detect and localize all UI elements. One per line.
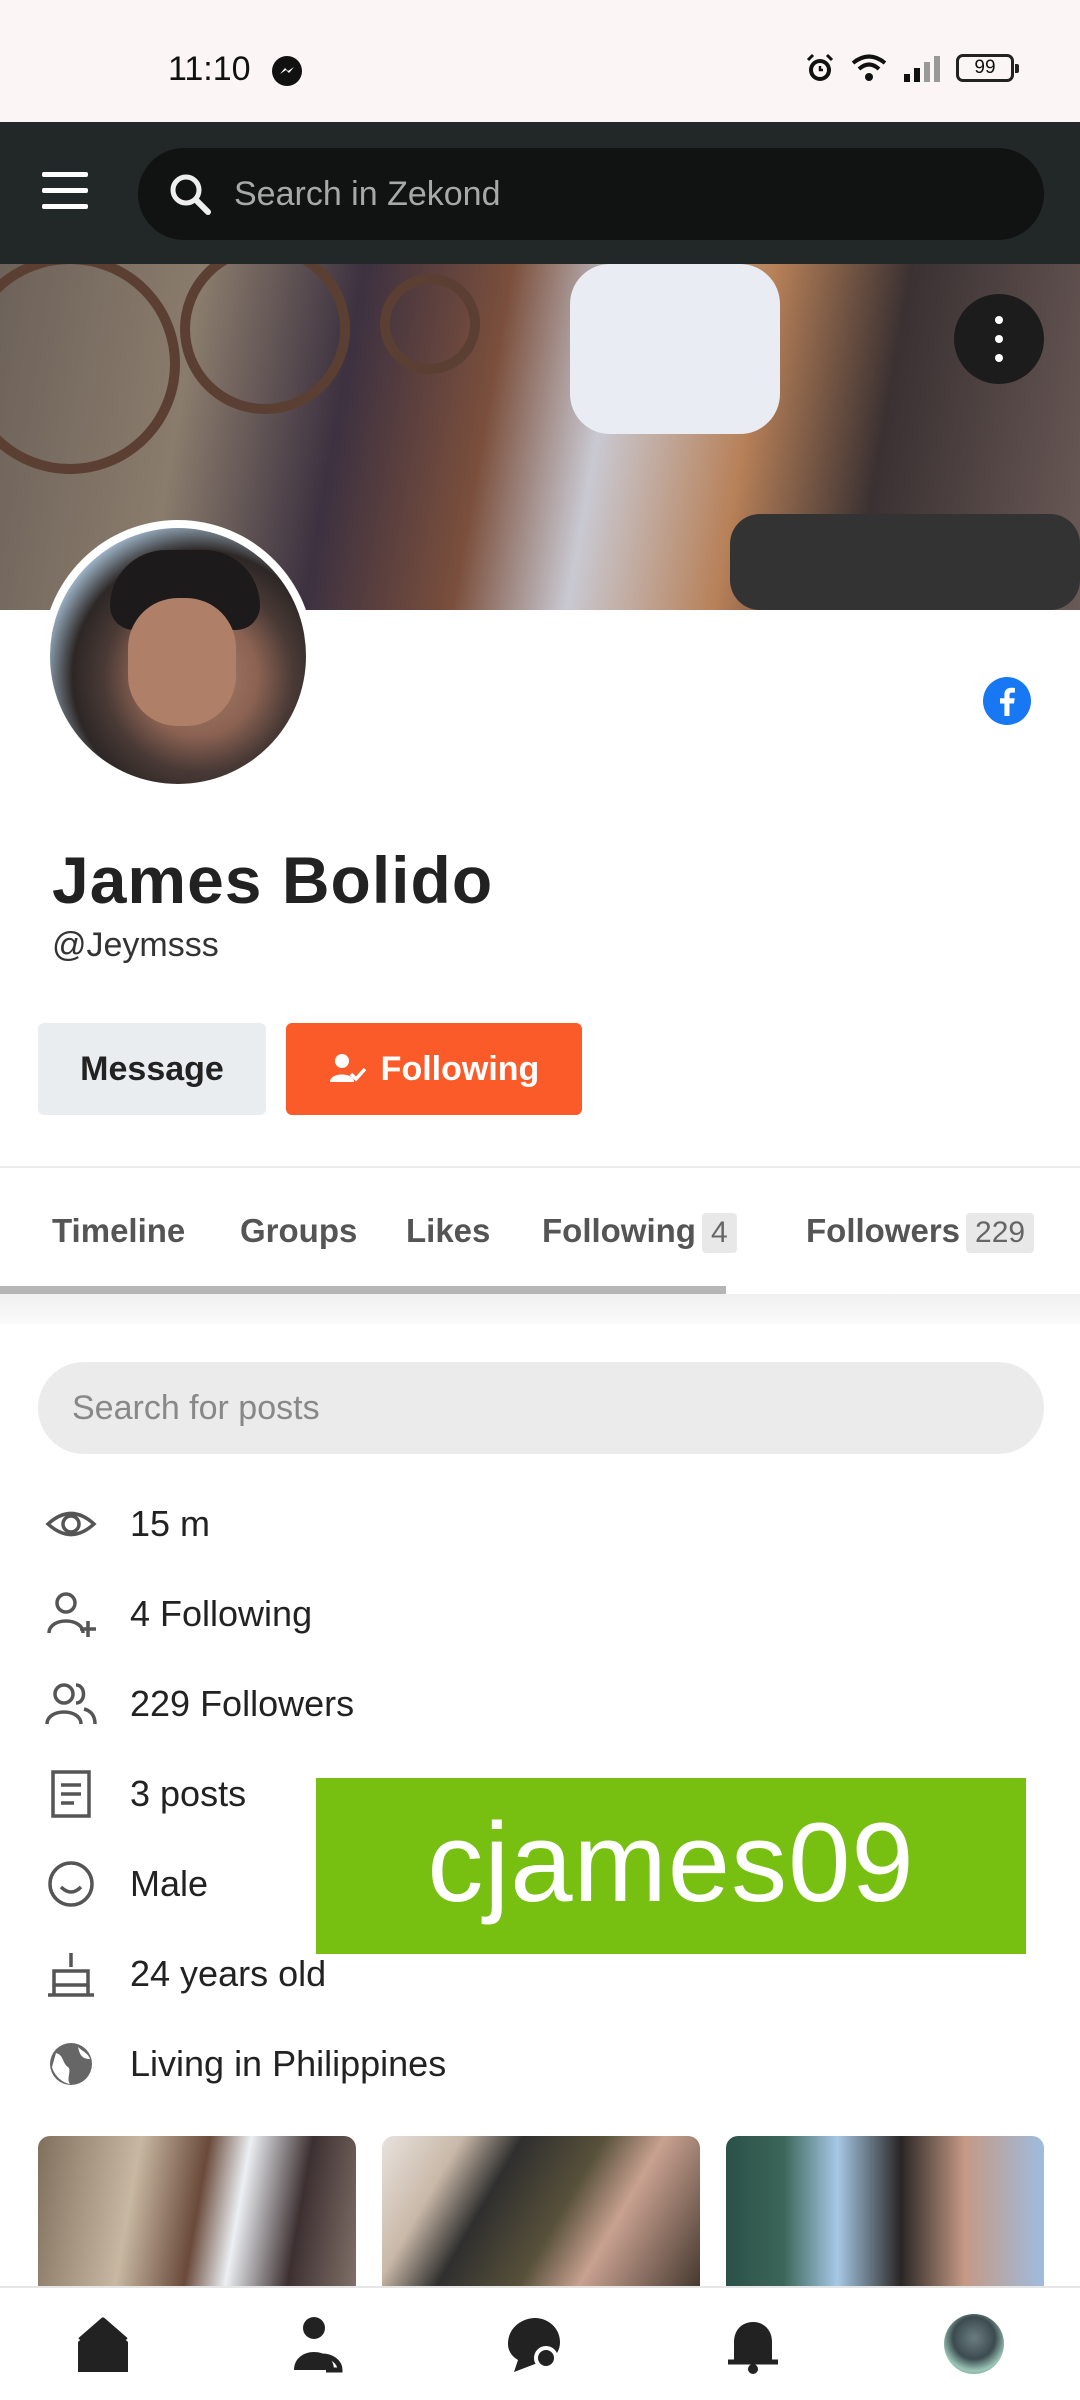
tab-count: 4 (701, 1213, 737, 1253)
status-bar: 11:10 99 (0, 0, 1080, 122)
watermark-overlay: cjames09 (316, 1778, 1026, 1954)
globe-icon (50, 2043, 92, 2085)
tab-timeline[interactable]: Timeline (52, 1212, 185, 1250)
info-followers: 229 Followers (44, 1674, 354, 1734)
avatar[interactable] (42, 520, 314, 792)
info-posts: 3 posts (44, 1764, 246, 1824)
search-bar[interactable] (138, 148, 1044, 240)
following-button-label: Following (380, 1049, 540, 1088)
chat-icon[interactable] (502, 2312, 568, 2378)
tabs-scroll-indicator (0, 1286, 726, 1294)
user-check-icon (329, 1054, 366, 1082)
info-location: Living in Philippines (44, 2034, 446, 2094)
messenger-icon (272, 56, 302, 86)
tab-following[interactable]: Following 4 (542, 1212, 737, 1253)
wifi-icon (851, 54, 887, 81)
info-gender: Male (44, 1854, 208, 1914)
user-plus-icon (47, 1592, 96, 1637)
photo-thumbnail[interactable] (726, 2136, 1044, 2286)
app-bar (0, 122, 1080, 264)
profile-name: James Bolido (52, 843, 494, 917)
photo-thumbnail[interactable] (382, 2136, 700, 2286)
menu-icon[interactable] (42, 172, 96, 212)
bell-icon[interactable] (720, 2312, 786, 2378)
signal-icon (904, 56, 940, 82)
info-following: 4 Following (44, 1584, 312, 1644)
battery-icon: 99 (956, 54, 1019, 82)
message-button[interactable]: Message (38, 1023, 266, 1115)
following-button[interactable]: Following (286, 1023, 582, 1115)
smile-icon (48, 1861, 94, 1907)
photo-thumbnail[interactable] (38, 2136, 356, 2286)
users-icon (45, 1683, 97, 1725)
tabs-shadow (0, 1294, 1080, 1324)
profile-avatar[interactable] (944, 2314, 1004, 2374)
info-views: 15 m (44, 1494, 210, 1554)
tab-likes[interactable]: Likes (406, 1212, 490, 1250)
friends-icon[interactable] (282, 2312, 348, 2378)
info-age: 24 years old (44, 1944, 326, 2004)
tab-count: 229 (966, 1213, 1035, 1253)
cake-icon (48, 1953, 94, 1997)
eye-icon (45, 1511, 97, 1537)
post-search-input[interactable] (38, 1362, 1044, 1454)
profile-handle: @Jeymsss (52, 926, 219, 964)
document-icon (51, 1770, 91, 1818)
bottom-nav (0, 2286, 1080, 2400)
home-icon[interactable] (70, 2312, 136, 2378)
profile-tabs: Timeline Groups Likes Following 4 Followe… (0, 1168, 1080, 1294)
facebook-icon[interactable] (982, 676, 1032, 726)
alarm-icon (806, 53, 834, 81)
tab-followers[interactable]: Followers 229 (806, 1212, 1035, 1253)
status-icons: 99 (804, 52, 1019, 84)
search-input[interactable] (234, 148, 1014, 240)
more-options-button[interactable] (954, 294, 1044, 384)
search-icon (170, 174, 211, 215)
status-time: 11:10 (168, 50, 251, 88)
tab-groups[interactable]: Groups (240, 1212, 357, 1250)
